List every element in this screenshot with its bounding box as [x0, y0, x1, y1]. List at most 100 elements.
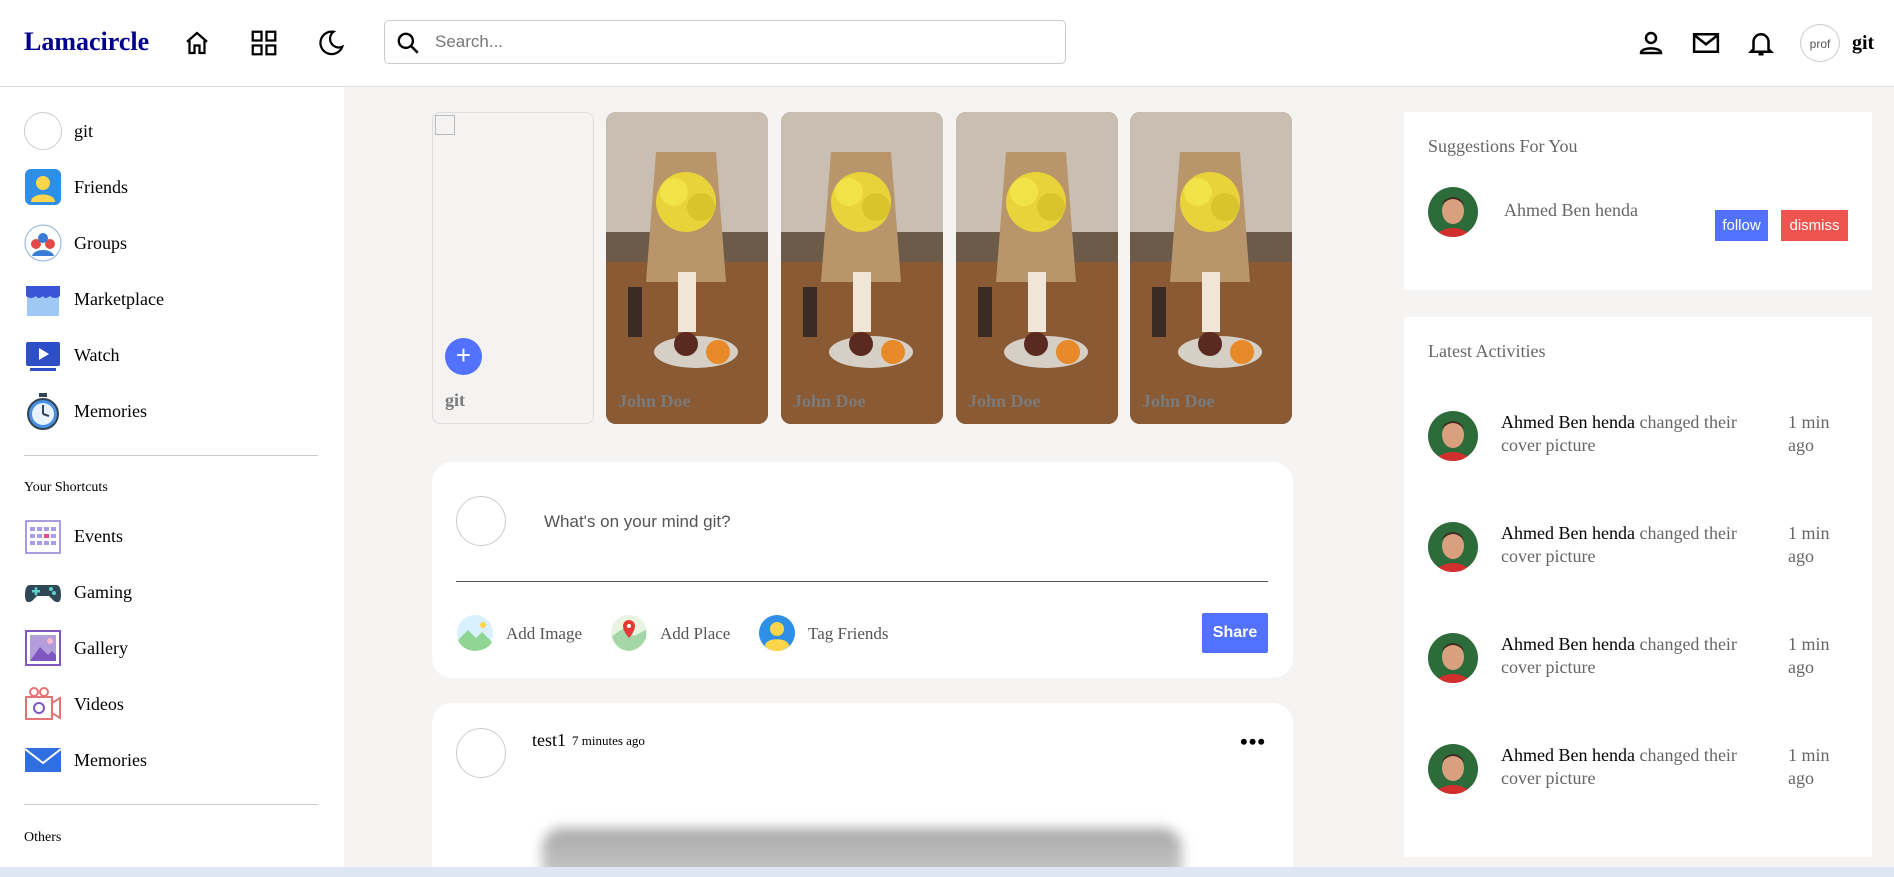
bell-icon[interactable]: [1746, 28, 1776, 58]
tag-friends-icon: [759, 615, 795, 651]
sidebar-item-label: Watch: [74, 345, 120, 365]
left-sidebar: git Friends Groups Marketplace Watch Mem…: [0, 87, 344, 877]
suggestions-panel: Suggestions For You Ahmed Ben henda foll…: [1404, 112, 1872, 290]
sidebar-item-profile[interactable]: git: [24, 109, 324, 151]
sidebar-item-messages[interactable]: Memories: [24, 738, 324, 780]
image-icon: [457, 615, 493, 651]
story-card[interactable]: John Doe: [956, 112, 1118, 424]
story-card[interactable]: John Doe: [781, 112, 943, 424]
story-name: John Doe: [793, 391, 866, 411]
sidebar-item-videos[interactable]: Videos: [24, 682, 324, 724]
share-button[interactable]: Share: [1202, 613, 1268, 653]
avatar: [456, 496, 506, 546]
nav-username[interactable]: git: [1852, 32, 1874, 55]
sidebar-item-label: git: [74, 121, 94, 141]
activity-item: Ahmed Ben henda changed their cover pict…: [1428, 744, 1858, 824]
marketplace-icon: [26, 286, 60, 316]
dark-mode-icon[interactable]: [316, 28, 346, 58]
more-icon[interactable]: •••: [1240, 729, 1266, 755]
post-username[interactable]: test1: [532, 730, 566, 751]
gaming-icon: [25, 585, 61, 603]
add-image-label: Add Image: [506, 624, 583, 643]
story-name: John Doe: [618, 391, 691, 411]
suggested-user-name[interactable]: Ahmed Ben henda: [1504, 200, 1638, 221]
divider: [24, 804, 318, 805]
grid-icon[interactable]: [249, 28, 279, 58]
follow-button[interactable]: follow: [1715, 210, 1768, 241]
flower-bouquet-photo: [1130, 112, 1292, 424]
my-story[interactable]: + git: [432, 112, 594, 424]
avatar: [24, 112, 62, 150]
post-time: 7 minutes ago: [572, 733, 645, 748]
avatar: [1428, 187, 1478, 237]
activity-item: Ahmed Ben henda changed their cover pict…: [1428, 522, 1858, 602]
activity-text: Ahmed Ben henda changed their cover pict…: [1501, 411, 1771, 457]
activity-user[interactable]: Ahmed Ben henda: [1501, 412, 1635, 432]
flower-bouquet-photo: [956, 112, 1118, 424]
avatar: [1428, 522, 1478, 572]
sidebar-item-gaming[interactable]: Gaming: [24, 570, 324, 612]
sidebar-item-groups[interactable]: Groups: [24, 221, 324, 263]
mail-icon[interactable]: [1691, 28, 1721, 58]
sidebar-item-memories[interactable]: Memories: [24, 389, 324, 431]
search-input[interactable]: [435, 29, 1035, 55]
shortcuts-heading: Your Shortcuts: [24, 480, 108, 495]
story-name: John Doe: [1142, 391, 1215, 411]
right-sidebar: Suggestions For You Ahmed Ben henda foll…: [1380, 87, 1894, 877]
story-name: git: [445, 390, 465, 410]
avatar[interactable]: prof: [1800, 24, 1840, 62]
story-name: John Doe: [968, 391, 1041, 411]
broken-image-icon: [435, 115, 455, 135]
share-box: What's on your mind git? Add Image Add P…: [432, 462, 1293, 678]
watch-icon: [26, 342, 60, 371]
activity-item: Ahmed Ben henda changed their cover pict…: [1428, 411, 1858, 491]
activity-time: 1 min ago: [1788, 412, 1830, 455]
activity-time: 1 min ago: [1788, 634, 1830, 677]
story-card[interactable]: John Doe: [606, 112, 768, 424]
sidebar-item-friends[interactable]: Friends: [24, 165, 324, 207]
sidebar-item-label: Gallery: [74, 638, 128, 658]
divider: [456, 581, 1268, 582]
navbar: Lamacircle prof git: [0, 0, 1894, 87]
sidebar-item-gallery[interactable]: Gallery: [24, 626, 324, 668]
activity-text: Ahmed Ben henda changed their cover pict…: [1501, 744, 1771, 790]
person-icon[interactable]: [1636, 28, 1666, 58]
tag-friends-label: Tag Friends: [808, 624, 889, 643]
activity-user[interactable]: Ahmed Ben henda: [1501, 634, 1635, 654]
sidebar-item-label: Videos: [74, 694, 124, 714]
story-card[interactable]: John Doe: [1130, 112, 1292, 424]
add-place-label: Add Place: [660, 624, 731, 643]
avatar: [1428, 633, 1478, 683]
messages-icon: [24, 748, 62, 772]
suggestions-title: Suggestions For You: [1428, 136, 1578, 156]
sidebar-item-label: Gaming: [74, 582, 132, 602]
activities-panel: Latest Activities Ahmed Ben henda change…: [1404, 317, 1872, 857]
sidebar-item-watch[interactable]: Watch: [24, 333, 324, 375]
activity-time: 1 min ago: [1788, 523, 1830, 566]
sidebar-item-marketplace[interactable]: Marketplace: [24, 277, 324, 319]
logo[interactable]: Lamacircle: [24, 27, 149, 57]
add-story-button[interactable]: +: [445, 338, 482, 375]
post-card: test1 7 minutes ago •••: [432, 703, 1293, 877]
groups-icon: [24, 224, 62, 262]
activity-text: Ahmed Ben henda changed their cover pict…: [1501, 522, 1771, 568]
activities-title: Latest Activities: [1428, 341, 1546, 361]
search-bar[interactable]: [384, 20, 1066, 64]
events-icon: [25, 520, 61, 554]
activity-user[interactable]: Ahmed Ben henda: [1501, 745, 1635, 765]
memories-icon: [27, 393, 59, 430]
avatar: [456, 728, 506, 778]
avatar: [1428, 411, 1478, 461]
flower-bouquet-photo: [781, 112, 943, 424]
activity-item: Ahmed Ben henda changed their cover pict…: [1428, 633, 1858, 713]
avatar: [1428, 744, 1478, 794]
sidebar-item-label: Memories: [74, 750, 147, 770]
sidebar-item-label: Events: [74, 526, 123, 546]
activity-text: Ahmed Ben henda changed their cover pict…: [1501, 633, 1771, 679]
sidebar-item-events[interactable]: Events: [24, 514, 324, 556]
dismiss-button[interactable]: dismiss: [1781, 210, 1848, 241]
home-icon[interactable]: [182, 28, 212, 58]
friends-icon: [25, 169, 61, 205]
post-input[interactable]: What's on your mind git?: [544, 512, 731, 532]
activity-user[interactable]: Ahmed Ben henda: [1501, 523, 1635, 543]
